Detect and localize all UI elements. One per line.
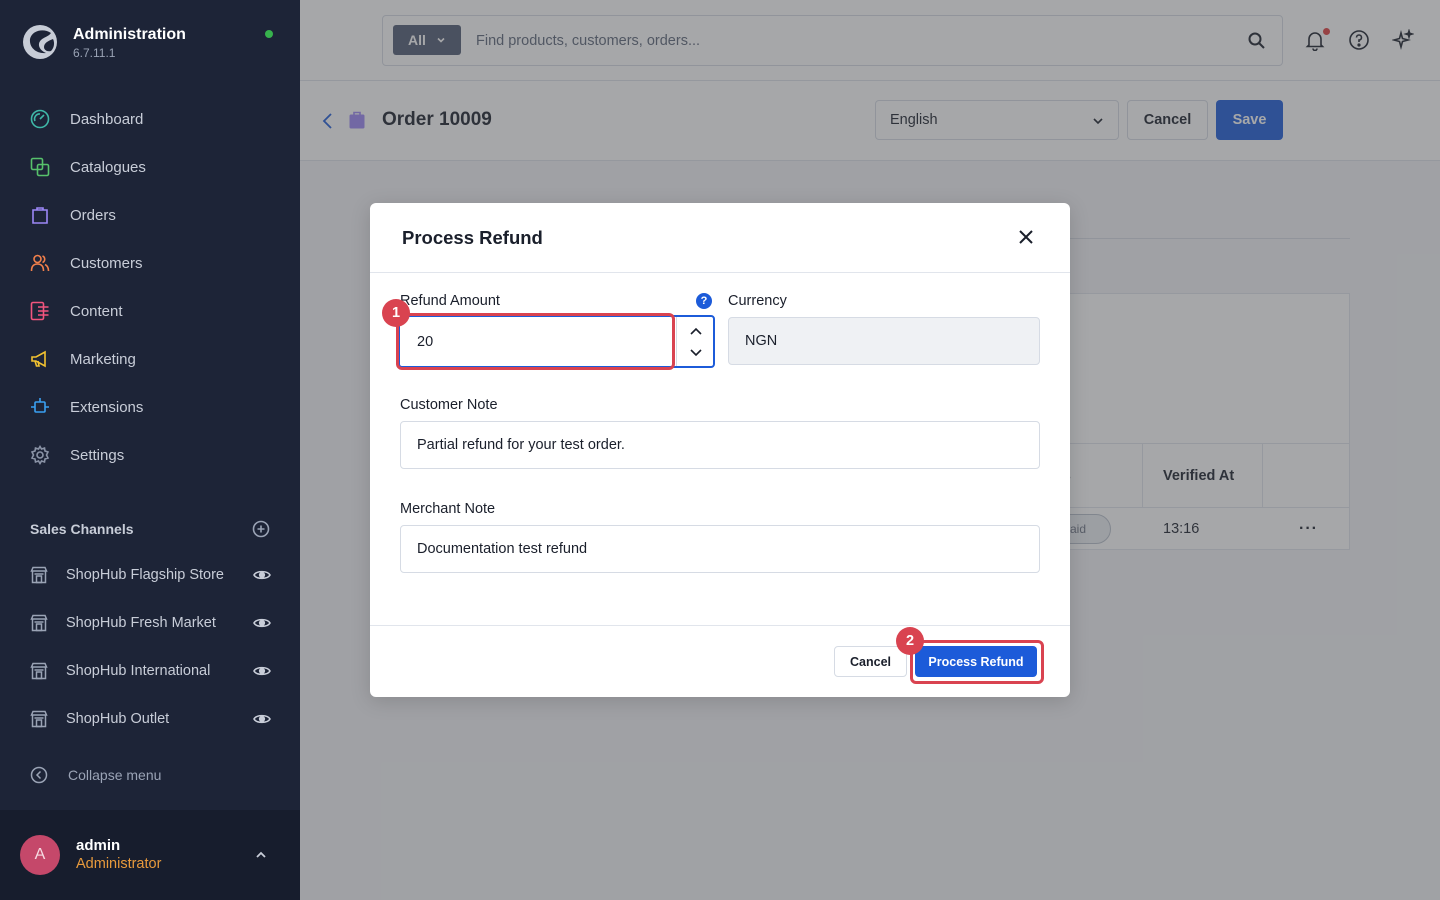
- sidebar-item-extensions[interactable]: Extensions: [0, 383, 300, 431]
- merchant-note-label: Merchant Note: [400, 501, 496, 517]
- customer-note-label: Customer Note: [400, 397, 498, 413]
- currency-label: Currency: [728, 293, 787, 309]
- brand: Administration 6.7.11.1: [22, 24, 186, 60]
- sidebar-item-dashboard[interactable]: Dashboard: [0, 95, 300, 143]
- store-icon: [30, 566, 48, 584]
- modal-header: Process Refund: [370, 203, 1070, 273]
- merchant-note-field[interactable]: [400, 525, 1040, 573]
- store-icon: [30, 662, 48, 680]
- sales-channels-header: Sales Channels: [30, 520, 270, 538]
- sidebar-item-label: Marketing: [70, 350, 136, 368]
- sidebar-item-label: Content: [70, 302, 123, 320]
- sales-channel-label: ShopHub Fresh Market: [66, 615, 216, 631]
- sidebar-item-label: Extensions: [70, 398, 144, 416]
- customers-icon: [30, 253, 50, 273]
- sales-channel-label: ShopHub Outlet: [66, 711, 170, 727]
- sidebar-item-customers[interactable]: Customers: [0, 239, 300, 287]
- refund-amount-label: Refund Amount: [400, 293, 500, 309]
- sidebar-item-settings[interactable]: Settings: [0, 431, 300, 479]
- quantity-stepper: [676, 317, 715, 366]
- app-title: Administration: [73, 26, 186, 43]
- process-refund-modal: Process Refund Refund Amount ? Currency …: [370, 203, 1070, 697]
- highlight-box-process-refund: [910, 640, 1044, 684]
- sidebar-item-label: Orders: [70, 206, 116, 224]
- step-badge-1: 1: [382, 299, 410, 327]
- sidebar-item-catalogues[interactable]: Catalogues: [0, 143, 300, 191]
- extensions-icon: [30, 397, 50, 417]
- sales-channel-item[interactable]: ShopHub Fresh Market: [0, 599, 300, 647]
- collapse-menu-button[interactable]: Collapse menu: [30, 766, 161, 784]
- store-icon: [30, 710, 48, 728]
- sidebar-item-marketing[interactable]: Marketing: [0, 335, 300, 383]
- sidebar: Administration 6.7.11.1 Dashboard Catalo…: [0, 0, 300, 900]
- chevron-up-icon[interactable]: [689, 325, 703, 337]
- marketing-icon: [30, 349, 50, 369]
- app-version: 6.7.11.1: [73, 46, 116, 60]
- sidebar-item-label: Customers: [70, 254, 143, 272]
- help-icon[interactable]: ?: [696, 293, 712, 309]
- content-icon: [30, 301, 50, 321]
- user-name: admin: [76, 837, 121, 854]
- chevron-up-icon[interactable]: [254, 848, 268, 862]
- sales-channels-title: Sales Channels: [30, 521, 134, 537]
- eye-icon[interactable]: [253, 710, 271, 728]
- chevron-down-icon[interactable]: [689, 347, 703, 359]
- orders-icon: [30, 205, 50, 225]
- settings-icon: [30, 445, 50, 465]
- close-icon[interactable]: [1017, 228, 1035, 246]
- catalogues-icon: [30, 157, 50, 177]
- user-role: Administrator: [76, 856, 162, 872]
- sidebar-item-label: Dashboard: [70, 110, 144, 128]
- sales-channel-item[interactable]: ShopHub Outlet: [0, 695, 300, 743]
- sales-channel-list: ShopHub Flagship Store ShopHub Fresh Mar…: [0, 551, 300, 743]
- modal-footer-divider: [370, 625, 1070, 626]
- status-dot: [265, 30, 273, 38]
- dashboard-icon: [30, 109, 50, 129]
- sales-channel-item[interactable]: ShopHub International: [0, 647, 300, 695]
- shopware-logo-icon: [22, 24, 58, 60]
- add-sales-channel-icon[interactable]: [252, 520, 270, 538]
- sidebar-item-label: Settings: [70, 446, 125, 464]
- eye-icon[interactable]: [253, 614, 271, 632]
- sidebar-item-orders[interactable]: Orders: [0, 191, 300, 239]
- sidebar-item-content[interactable]: Content: [0, 287, 300, 335]
- eye-icon[interactable]: [253, 566, 271, 584]
- sales-channel-label: ShopHub Flagship Store: [66, 567, 224, 583]
- step-badge-2: 2: [896, 627, 924, 655]
- collapse-menu-label: Collapse menu: [68, 767, 162, 783]
- modal-cancel-button[interactable]: Cancel: [834, 646, 907, 677]
- highlight-box-refund-amount: [396, 313, 675, 370]
- collapse-icon: [30, 766, 48, 784]
- sales-channel-item[interactable]: ShopHub Flagship Store: [0, 551, 300, 599]
- currency-field: [728, 317, 1040, 365]
- main-nav: Dashboard Catalogues Orders Customers Co…: [0, 95, 300, 479]
- sales-channel-label: ShopHub International: [66, 663, 211, 679]
- store-icon: [30, 614, 48, 632]
- customer-note-field[interactable]: [400, 421, 1040, 469]
- avatar: A: [20, 835, 60, 875]
- user-menu[interactable]: A admin Administrator: [0, 810, 300, 900]
- modal-title: Process Refund: [402, 227, 543, 248]
- eye-icon[interactable]: [253, 662, 271, 680]
- sidebar-item-label: Catalogues: [70, 158, 146, 176]
